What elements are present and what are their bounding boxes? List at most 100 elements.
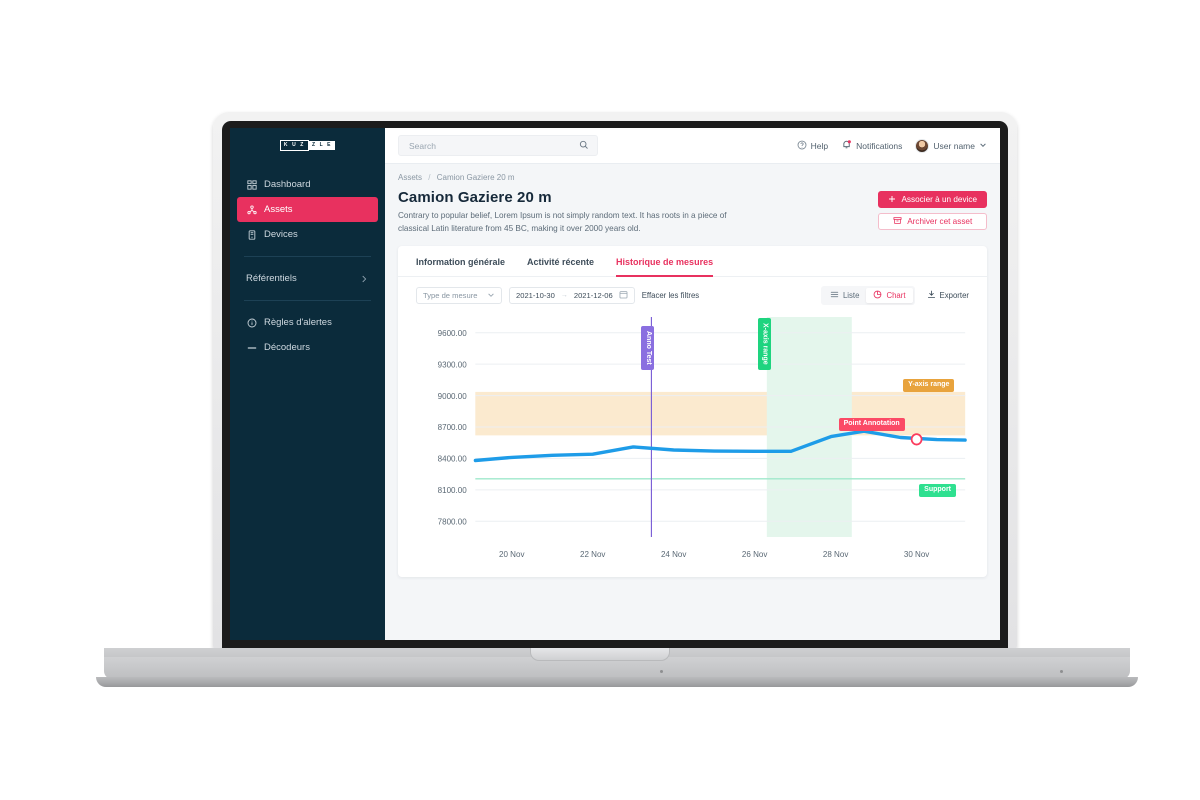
date-range-picker[interactable]: 2021-10-30 → 2021-12-06	[509, 287, 635, 305]
sidebar-item-regles-dalertes[interactable]: Règles d'alertes	[237, 310, 378, 335]
archive-asset-button[interactable]: Archiver cet asset	[878, 213, 987, 230]
user-menu[interactable]: User name	[915, 138, 987, 153]
measures-chart: 7800.00 8100.00 8400.00 8700.00 9000.00 9300.…	[398, 305, 987, 573]
date-to-value[interactable]: 2021-12-06	[574, 291, 613, 300]
view-actions: Liste Chart Exporter	[820, 286, 969, 306]
tab-activite-recente[interactable]: Activité récente	[527, 246, 594, 277]
sidebar: K U Z Z L E Dashboard Assets Devices Réf…	[230, 128, 385, 640]
sidebar-item-dashboard[interactable]: Dashboard	[237, 172, 378, 197]
date-from-value[interactable]: 2021-10-30	[516, 291, 555, 300]
clear-filters-button[interactable]: Effacer les filtres	[642, 291, 700, 300]
page-description: Contrary to popular belief, Lorem Ipsum …	[398, 211, 727, 233]
asset-icon	[246, 204, 257, 215]
search-box[interactable]	[398, 135, 598, 156]
laptop-trackpad-notch	[530, 648, 670, 661]
annotation-label-anno-test[interactable]: Anno Test	[641, 326, 655, 371]
laptop-screen: K U Z Z L E Dashboard Assets Devices Réf…	[230, 128, 1000, 640]
x-axis-tick-label: 24 Nov	[661, 550, 687, 559]
x-axis-tick-label: 28 Nov	[823, 550, 849, 559]
sidebar-item-devices[interactable]: Devices	[237, 222, 378, 247]
device-icon	[246, 229, 257, 240]
tab-information-generale[interactable]: Information générale	[416, 246, 505, 277]
list-icon	[830, 290, 839, 301]
chart-canvas[interactable]: 7800.00 8100.00 8400.00 8700.00 9000.00 9300.…	[416, 311, 969, 573]
scene: K U Z Z L E Dashboard Assets Devices Réf…	[0, 0, 1200, 800]
filter-bar: Type de mesure 2021-10-30 → 2021-12-06 E…	[398, 277, 987, 306]
y-axis-tick-label: 9300.00	[438, 361, 467, 370]
measure-type-select[interactable]: Type de mesure	[416, 287, 502, 305]
sidebar-item-label: Assets	[264, 204, 293, 215]
annotation-label-support[interactable]: Support	[919, 484, 956, 497]
breadcrumb-separator: /	[428, 173, 431, 182]
annotation-label-x-axis-range[interactable]: X-axis range	[757, 318, 771, 371]
y-axis-tick-label: 7800.00	[438, 518, 467, 527]
base-screw-left	[660, 670, 663, 673]
breadcrumb-root[interactable]: Assets	[398, 173, 422, 182]
y-axis-tick-label: 8100.00	[438, 486, 467, 495]
chevron-down-icon	[979, 141, 987, 151]
series-line	[473, 429, 967, 463]
sidebar-item-label: Dashboard	[264, 179, 311, 190]
search-icon[interactable]	[579, 137, 589, 155]
date-range-arrow: →	[560, 292, 568, 300]
page-content: Assets / Camion Gaziere 20 m Camion Gazi…	[385, 164, 1000, 640]
export-icon	[927, 290, 936, 301]
page-header-actions: Associer à un device Archiver cet asset	[878, 189, 987, 230]
logo-dark-part: K U Z	[279, 140, 309, 151]
chevron-down-icon	[487, 291, 495, 301]
grid-icon	[246, 179, 257, 190]
avatar	[915, 138, 930, 153]
sidebar-nav: Dashboard Assets Devices Référentiels Rè…	[230, 172, 385, 360]
y-axis-tick-label: 9600.00	[438, 329, 467, 338]
view-list-button[interactable]: Liste	[823, 288, 866, 303]
annotation-label-y-axis-range[interactable]: Y-axis range	[903, 379, 955, 393]
view-chart-label: Chart	[886, 291, 906, 301]
chart-icon	[873, 290, 882, 301]
notifications-button[interactable]: Notifications	[841, 139, 902, 152]
help-icon	[797, 140, 807, 152]
x-axis-tick-label: 26 Nov	[742, 550, 768, 559]
help-button[interactable]: Help	[797, 140, 828, 152]
annotation-label-point-annotation[interactable]: Point Annotation	[838, 417, 905, 431]
export-button[interactable]: Exporter	[927, 290, 969, 301]
x-axis-tick-label: 30 Nov	[904, 550, 930, 559]
tab-bar: Information générale Activité récente Hi…	[398, 246, 987, 278]
archive-asset-label: Archiver cet asset	[907, 217, 973, 226]
page-header: Camion Gaziere 20 m Contrary to popular …	[398, 189, 987, 235]
user-label: User name	[933, 140, 975, 151]
sidebar-item-decodeurs[interactable]: Décodeurs	[237, 335, 378, 360]
base-screw-right	[1060, 670, 1063, 673]
main-area: Help Notifications	[385, 128, 1000, 640]
tab-historique-de-mesures[interactable]: Historique de mesures	[616, 246, 714, 278]
laptop-foot	[96, 677, 1138, 687]
archive-icon	[893, 216, 902, 227]
bell-icon	[841, 139, 852, 152]
y-axis-tick-label: 8400.00	[438, 455, 467, 464]
view-list-label: Liste	[842, 291, 860, 301]
view-chart-button[interactable]: Chart	[866, 288, 913, 304]
export-label: Exporter	[939, 291, 969, 301]
decoder-icon	[246, 342, 257, 353]
topbar: Help Notifications	[385, 128, 1000, 164]
sidebar-item-referentiels[interactable]: Référentiels	[237, 266, 378, 291]
view-toggle: Liste Chart	[820, 286, 915, 306]
associate-device-button[interactable]: Associer à un device	[878, 191, 987, 208]
measures-card: Information générale Activité récente Hi…	[398, 246, 987, 578]
sidebar-item-label: Référentiels	[246, 273, 297, 284]
info-icon	[246, 317, 257, 328]
x-axis-tick-label: 20 Nov	[499, 550, 525, 559]
chevron-right-icon	[358, 273, 369, 284]
point-annotation-marker	[910, 433, 923, 446]
logo-light-part: Z L E	[308, 141, 336, 150]
search-input[interactable]	[407, 139, 573, 152]
calendar-icon[interactable]	[619, 290, 628, 301]
notifications-label: Notifications	[856, 140, 903, 151]
sidebar-item-label: Règles d'alertes	[264, 317, 332, 328]
application: K U Z Z L E Dashboard Assets Devices Réf…	[230, 128, 1000, 640]
sidebar-divider	[244, 256, 371, 257]
measure-type-value: Type de mesure	[423, 291, 478, 301]
app-logo[interactable]: K U Z Z L E	[230, 128, 385, 163]
sidebar-item-assets[interactable]: Assets	[237, 197, 378, 222]
associate-device-label: Associer à un device	[901, 195, 977, 204]
y-axis-tick-label: 9000.00	[438, 392, 467, 401]
